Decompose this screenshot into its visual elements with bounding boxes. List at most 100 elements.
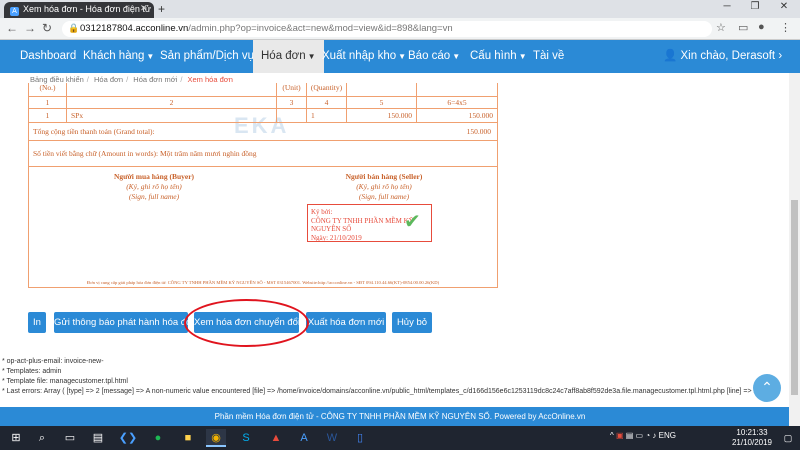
battery-icon[interactable]: ▭: [636, 431, 646, 440]
debug-line: * Last errors: Array ( [type] => 2 [mess…: [2, 388, 766, 395]
nav-reports[interactable]: Báo cáo ▼: [400, 40, 468, 73]
os-taskbar: ⊞ ⌕ ▭ ▤ ❮❯ ● ■ ◉ S ▲ A W ▯ ^ ▣ ▤ ▭ ◔ ♪ E…: [0, 426, 800, 450]
table-cell: 1: [29, 97, 67, 108]
buyer-sign-hint: (Ký, ghi rõ họ tên): [126, 182, 182, 191]
user-icon: 👤: [663, 50, 681, 62]
highlight-annotation-circle: [184, 299, 309, 347]
grand-total-row: Tổng cộng tiền thanh toán (Grand total):…: [29, 123, 497, 141]
amount-in-words-row: Số tiền viết bằng chữ (Amount in words):…: [29, 141, 497, 167]
nav-invoices[interactable]: Hóa đơn ▼: [253, 40, 324, 73]
menu-icon[interactable]: ⋮: [780, 21, 791, 34]
tray-app-icon[interactable]: ▤: [626, 431, 636, 440]
chrome-icon[interactable]: ◉: [206, 429, 226, 447]
caret-down-icon: ▼: [452, 52, 461, 61]
maximize-icon[interactable]: ❐: [741, 1, 769, 17]
buyer-signature-block: Người mua hàng (Buyer) (Ký, ghi rõ họ tê…: [69, 172, 239, 202]
header-cell: (Quantity): [307, 83, 347, 96]
export-new-invoice-button[interactable]: Xuất hóa đơn mới: [306, 312, 386, 333]
seal-line: Ngày: 21/10/2019: [311, 233, 362, 242]
folder-icon[interactable]: ■: [178, 429, 198, 447]
system-tray: ^ ▣ ▤ ▭ ◔ ♪ ENG: [610, 431, 676, 440]
windows-start-icon[interactable]: ⊞: [6, 429, 26, 447]
notification-icon[interactable]: ▢: [778, 429, 798, 447]
app-favicon-icon: A: [10, 7, 19, 16]
nav-label: Hóa đơn: [261, 50, 306, 62]
docs-icon[interactable]: ▯: [350, 429, 370, 447]
table-cell: 6=4x5: [447, 98, 467, 107]
language-indicator[interactable]: ENG: [659, 431, 676, 440]
print-button[interactable]: In: [28, 312, 46, 333]
nav-customers[interactable]: Khách hàng ▼: [75, 40, 162, 73]
reload-icon[interactable]: ↻: [42, 21, 52, 35]
table-cell: 3: [277, 97, 307, 108]
amount-in-words-value: Một trăm năm mươi nghìn đồng: [159, 149, 257, 158]
nav-label: Sản phẩm/Dịch vụ: [160, 50, 254, 62]
table-cell: 5: [347, 97, 417, 108]
nav-label: Cấu hình: [470, 50, 517, 62]
new-tab-icon[interactable]: +: [158, 2, 165, 16]
tray-app-icon[interactable]: ▣: [616, 431, 626, 440]
seller-signature-block: Người bán hàng (Seller) (Ký, ghi rõ họ t…: [299, 172, 469, 202]
clock-date: 21/10/2019: [731, 438, 773, 447]
app-icon[interactable]: ▲: [266, 429, 286, 447]
nav-dashboard[interactable]: Dashboard: [12, 40, 84, 73]
nav-label: Tài về: [533, 50, 565, 62]
url-path: /admin.php?op=invoice&act=new&mod=view&i…: [188, 23, 453, 34]
amount-in-words: Số tiền viết bằng chữ (Amount in words):…: [33, 141, 257, 167]
window-close-icon[interactable]: ✕: [770, 1, 798, 17]
tab-title: Xem hóa đơn - Hóa đơn điện tử: [23, 4, 151, 14]
cast-icon[interactable]: ▭: [738, 21, 748, 34]
amount-in-words-label: Số tiền viết bằng chữ (Amount in words):: [33, 149, 159, 158]
table-cell: 1: [307, 109, 347, 122]
minimize-icon[interactable]: ─: [713, 1, 741, 17]
nav-user-menu[interactable]: 👤 Xin chào, Derasoft ›: [655, 40, 790, 73]
send-notice-button[interactable]: Gửi thông báo phát hành hóa đơn: [54, 312, 198, 333]
spotify-icon[interactable]: ●: [148, 429, 168, 447]
table-cell: SPx: [67, 109, 277, 122]
scrollbar-thumb[interactable]: [791, 200, 798, 395]
browser-tab[interactable]: A Xem hóa đơn - Hóa đơn điện tử: [4, 2, 154, 18]
table-cell: 150.000: [468, 111, 493, 120]
address-bar-row: ← → ↻ 🔒 0312187804.acconline.vn/admin.ph…: [0, 18, 800, 40]
clock-time: 10:21:33: [736, 428, 768, 437]
grand-total-label: Tổng cộng tiền thanh toán (Grand total):: [33, 127, 155, 136]
file-explorer-icon[interactable]: ▤: [88, 429, 108, 447]
signature-valid-check-icon: ✔: [404, 209, 421, 233]
debug-line: * Template file: managecustomer.tpl.html: [2, 378, 128, 385]
main-navigation: Dashboard Khách hàng▼ Sản phẩm/Dịch vụ▼ …: [0, 40, 800, 73]
user-greeting: Xin chào, Derasoft: [680, 50, 776, 62]
header-cell: [417, 83, 497, 96]
task-view-icon[interactable]: ▭: [60, 429, 80, 447]
system-clock[interactable]: 10:21:33 21/10/2019: [728, 428, 776, 448]
nav-label: Dashboard: [20, 50, 77, 62]
browser-tab-strip: A Xem hóa đơn - Hóa đơn điện tử ✕ + ─ ❐ ✕: [0, 0, 800, 18]
seller-sign-hint-en: (Sign, full name): [358, 192, 410, 201]
forward-icon[interactable]: →: [24, 21, 36, 35]
tab-close-icon[interactable]: ✕: [140, 3, 148, 14]
cancel-button[interactable]: Hủy bỏ: [392, 312, 432, 333]
nav-settings[interactable]: Cấu hình ▼: [462, 40, 535, 73]
page-footer: Phần mềm Hóa đơn điện tử - CÔNG TY TNHH …: [0, 407, 800, 426]
debug-line: * Templates: admin: [2, 368, 62, 375]
search-icon[interactable]: ⌕: [32, 429, 52, 447]
url-input[interactable]: 🔒 0312187804.acconline.vn/admin.php?op=i…: [62, 21, 712, 37]
header-cell: [347, 83, 417, 96]
seller-title: Người bán hàng (Seller): [345, 172, 423, 181]
acconline-icon[interactable]: A: [294, 429, 314, 447]
account-icon[interactable]: ●: [758, 21, 765, 33]
vscode-icon[interactable]: ❮❯: [118, 429, 138, 447]
scroll-to-top-icon[interactable]: ⌃: [753, 374, 781, 402]
bookmark-star-icon[interactable]: ☆: [716, 21, 726, 34]
buyer-sign-hint-en: (Sign, full name): [128, 192, 180, 201]
table-header-row: (No.) (Unit) (Quantity): [29, 83, 497, 97]
table-cell: 150.000: [347, 109, 417, 122]
word-icon[interactable]: W: [322, 429, 342, 447]
skype-icon[interactable]: S: [236, 429, 256, 447]
table-cell: 1: [29, 109, 67, 122]
chevron-right-icon: ›: [775, 50, 783, 62]
back-icon[interactable]: ←: [6, 21, 18, 35]
nav-download[interactable]: Tài về: [525, 40, 572, 73]
url-host: 0312187804.acconline.vn: [80, 23, 189, 34]
nav-label: Xuất nhập kho: [322, 50, 397, 62]
table-cell: 4: [307, 97, 347, 108]
